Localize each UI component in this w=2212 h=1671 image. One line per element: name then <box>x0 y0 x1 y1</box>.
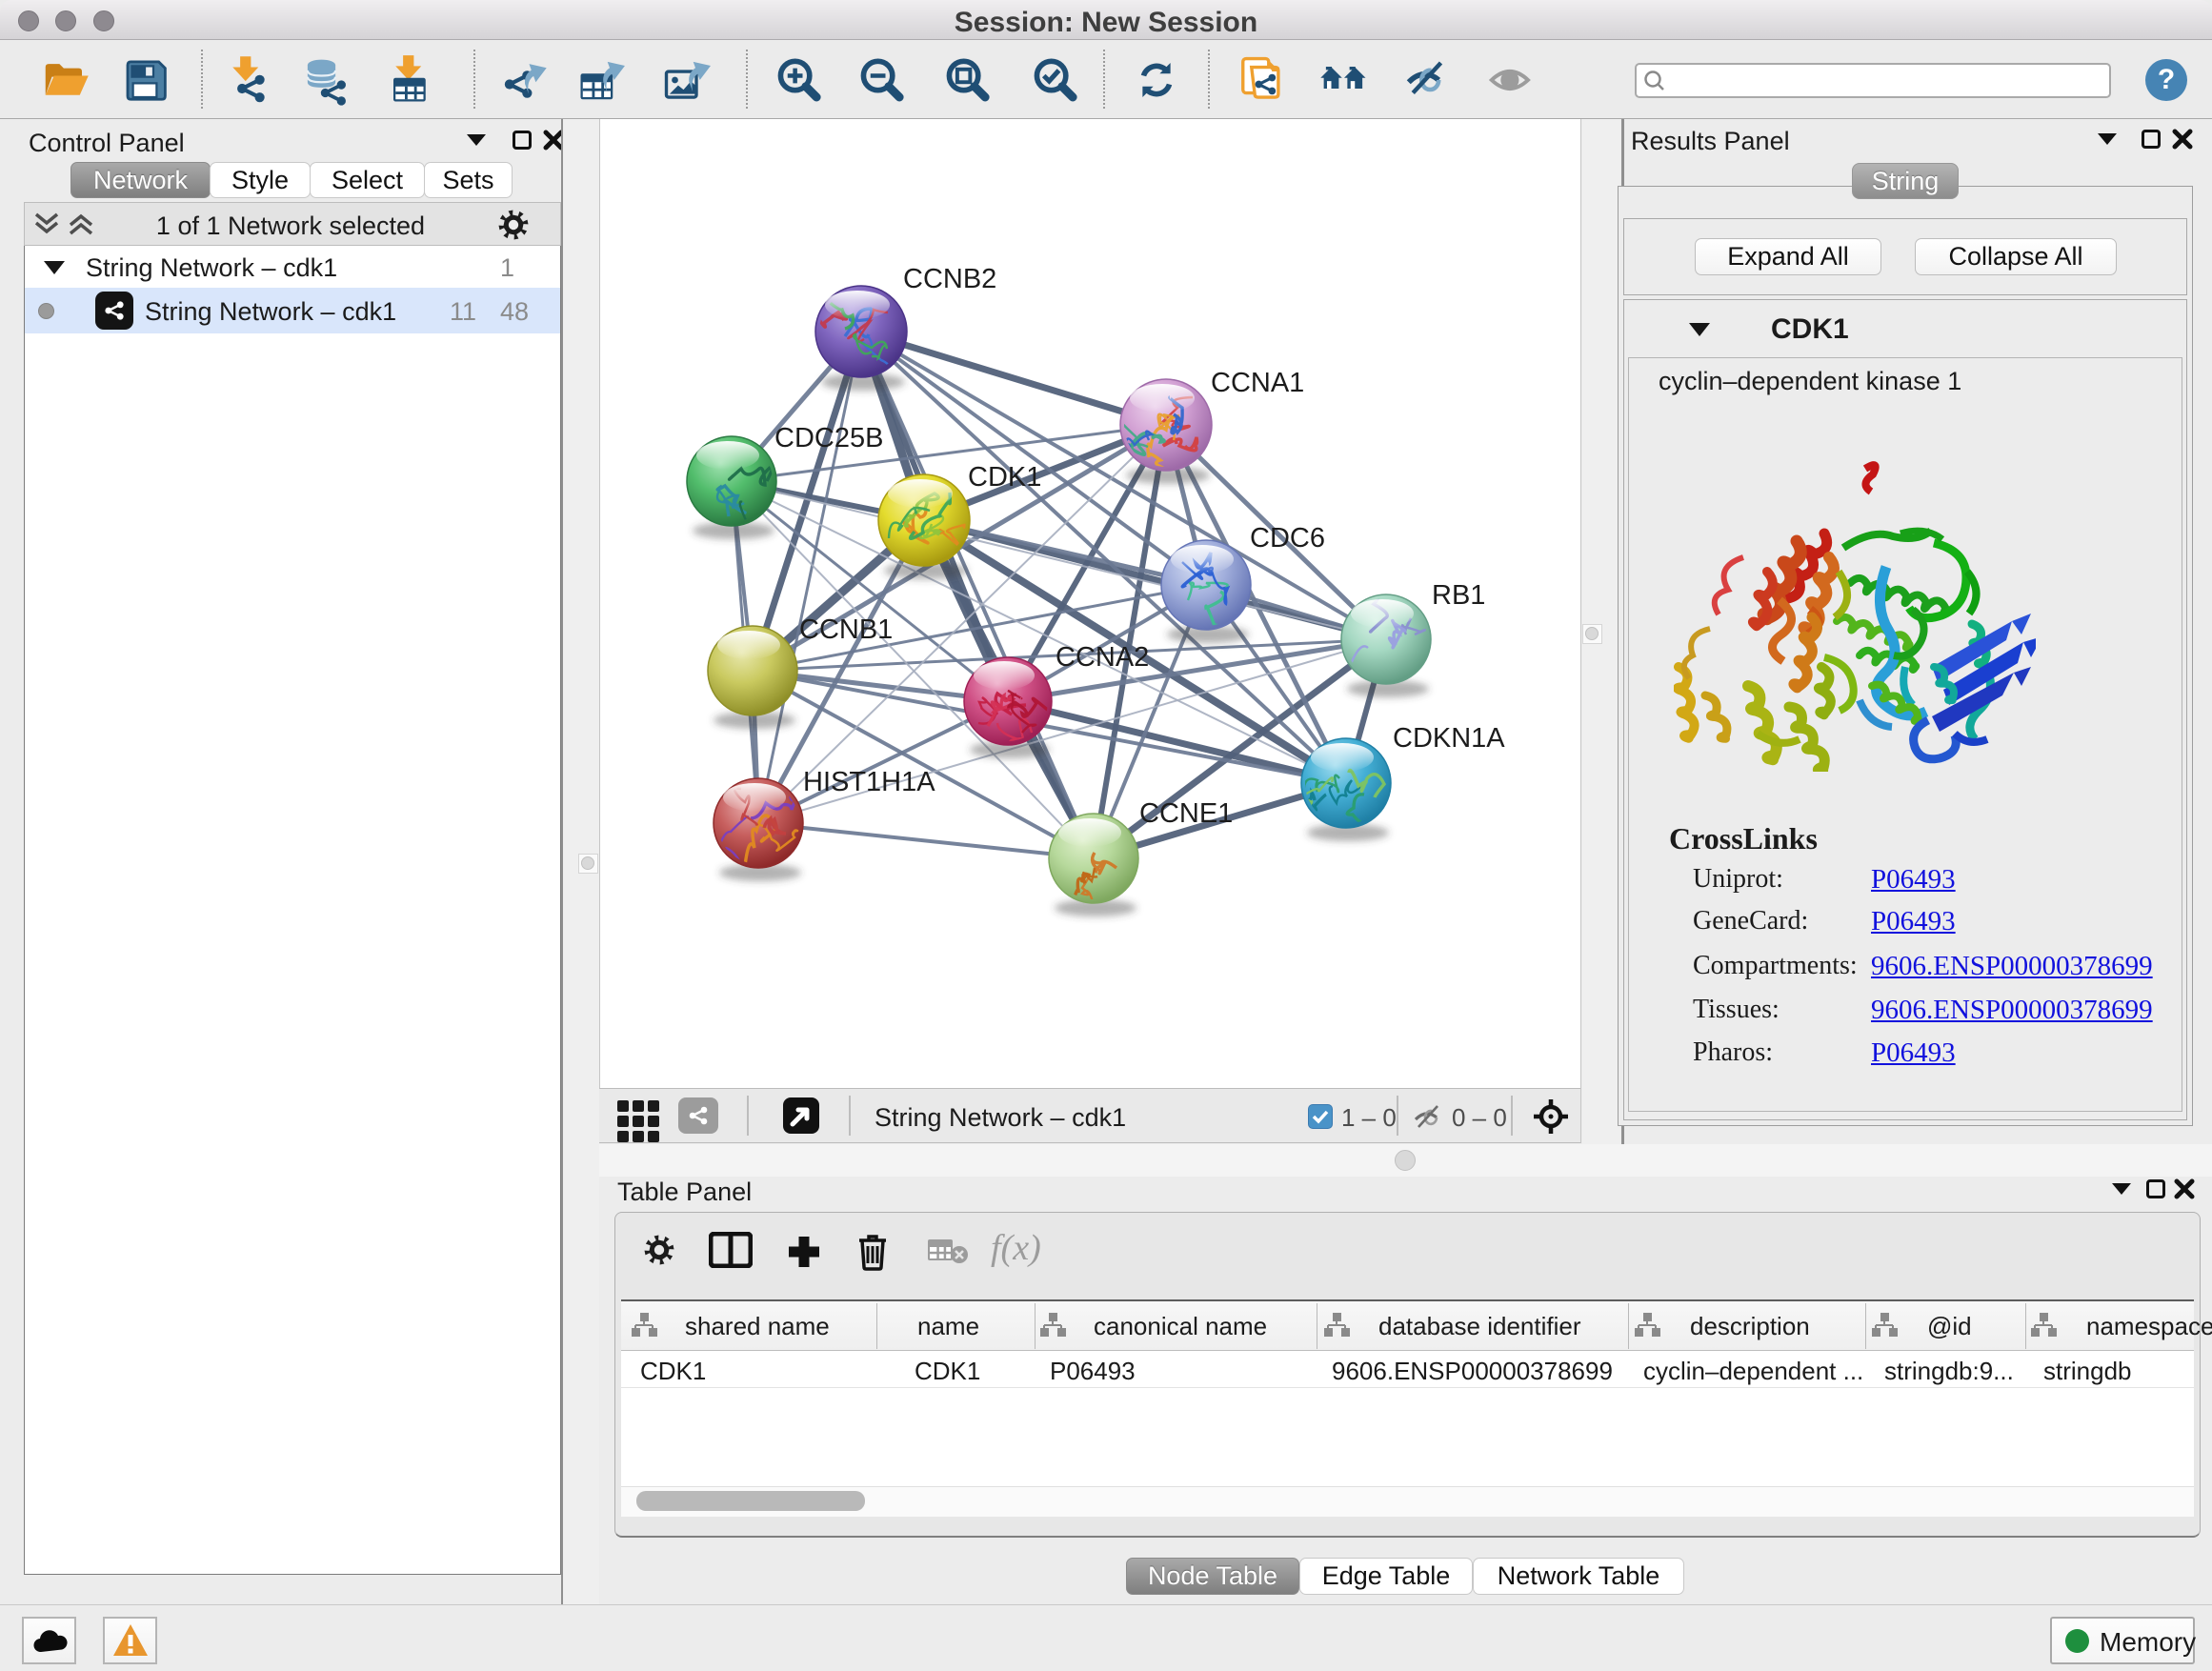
svg-text:RB1: RB1 <box>1432 580 1485 611</box>
svg-text:CCNB2: CCNB2 <box>903 264 996 294</box>
svg-text:CDC25B: CDC25B <box>774 423 883 453</box>
svg-text:CCNE1: CCNE1 <box>1139 798 1233 829</box>
svg-text:CCNB1: CCNB1 <box>799 614 893 645</box>
svg-text:HIST1H1A: HIST1H1A <box>803 767 935 797</box>
svg-text:?: ? <box>2158 64 2175 95</box>
svg-text:CCNA1: CCNA1 <box>1211 368 1304 398</box>
svg-text:CDK1: CDK1 <box>968 462 1041 493</box>
svg-text:CCNA2: CCNA2 <box>1056 642 1149 673</box>
svg-text:CDC6: CDC6 <box>1250 523 1325 554</box>
svg-text:CDKN1A: CDKN1A <box>1393 723 1505 754</box>
